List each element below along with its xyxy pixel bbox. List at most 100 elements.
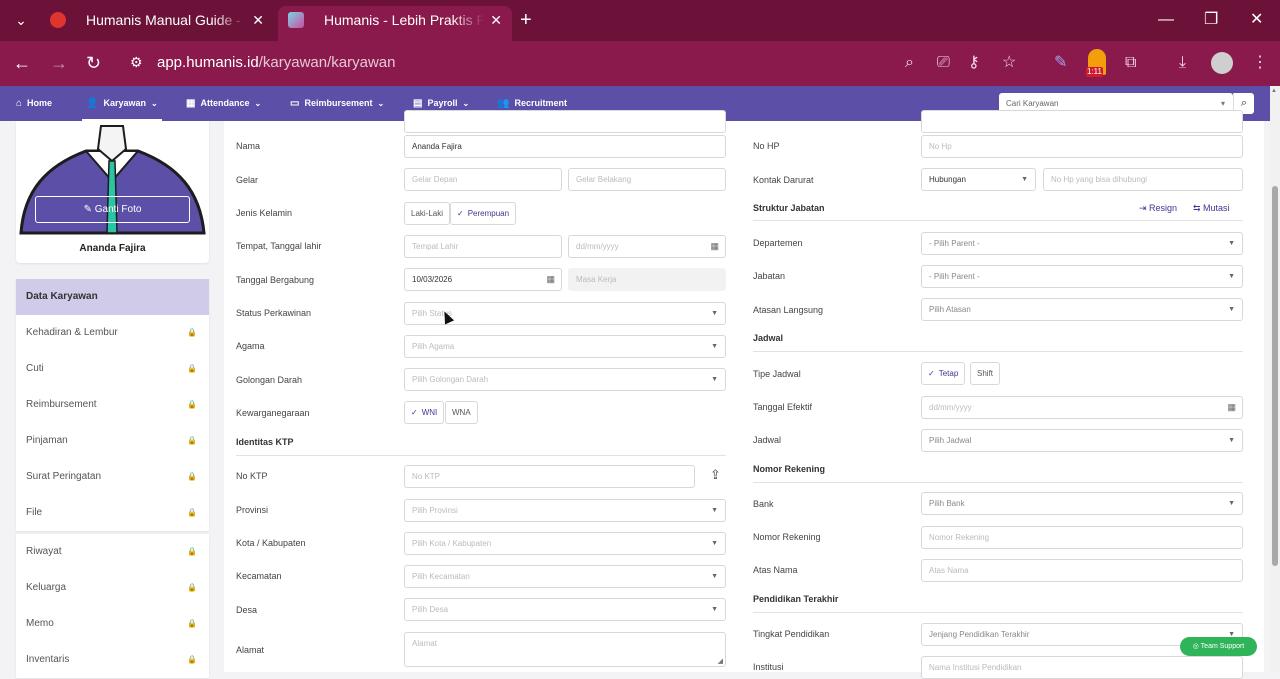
close-icon[interactable]: ✕ <box>490 6 502 35</box>
upload-icon[interactable]: ⇪ <box>710 467 721 483</box>
tanggal-bergabung-field[interactable]: 10/03/2026 ▦ <box>404 268 562 291</box>
tab-humanis-app[interactable]: Humanis - Lebih Praktis Pakai Humanis ✕ <box>278 6 512 41</box>
status-perkawinan-select[interactable]: Pilih Status ▼ <box>404 302 726 325</box>
tempat-lahir-field[interactable]: Tempat Lahir <box>404 235 562 258</box>
scrollbar-thumb[interactable] <box>1272 186 1278 566</box>
nav-reimbursement[interactable]: ▭ Reimbursement ⌄ <box>290 86 384 121</box>
lock-icon: 🔒 <box>187 547 197 556</box>
agama-select[interactable]: Pilih Agama ▼ <box>404 335 726 358</box>
chevron-down-icon: ▼ <box>1021 176 1028 183</box>
departemen-select[interactable]: - Pilih Parent - ▼ <box>921 232 1243 255</box>
extension-feather-icon[interactable]: ✎ <box>1054 53 1067 73</box>
kota-select[interactable]: Pilih Kota / Kabupaten ▼ <box>404 532 726 555</box>
resign-link[interactable]: ⇥ Resign <box>1139 203 1177 214</box>
institusi-field[interactable]: Nama Institusi Pendidikan <box>921 656 1243 679</box>
select-placeholder: - Pilih Parent - <box>929 239 980 248</box>
sidebar-item-cuti[interactable]: Cuti 🔒 <box>16 351 209 387</box>
atas-nama-field[interactable]: Atas Nama <box>921 559 1243 582</box>
partial-field-top-left[interactable] <box>404 110 726 133</box>
team-support-button[interactable]: ◎ Team Support <box>1180 637 1257 656</box>
chevron-down-icon: ⌄ <box>150 99 158 108</box>
alamat-textarea[interactable]: Alamat ◢ <box>404 632 726 667</box>
jadwal-select[interactable]: Pilih Jadwal ▼ <box>921 429 1243 452</box>
sidebar-item-data-karyawan[interactable]: Data Karyawan <box>16 279 209 315</box>
tab-search-icon[interactable]: ⌄ <box>10 9 32 31</box>
jabatan-select[interactable]: - Pilih Parent - ▼ <box>921 265 1243 288</box>
bookmark-star-icon[interactable]: ☆ <box>1002 53 1016 73</box>
minimize-icon[interactable]: — <box>1158 10 1174 30</box>
no-ktp-field[interactable]: No KTP <box>404 465 695 488</box>
sidebar-item-file[interactable]: File 🔒 <box>16 495 209 531</box>
forward-icon[interactable]: → <box>50 53 68 73</box>
atasan-select[interactable]: Pilih Atasan ▼ <box>921 298 1243 321</box>
gender-option-female[interactable]: ✓ Perempuan <box>450 202 517 225</box>
nav-attendance[interactable]: ▦ Attendance ⌄ <box>186 86 261 121</box>
change-photo-button[interactable]: ✎ Ganti Foto <box>35 196 190 223</box>
sidebar-item-inventaris[interactable]: Inventaris 🔒 <box>16 642 209 678</box>
select-placeholder: Pilih Bank <box>929 499 965 508</box>
nav-karyawan[interactable]: 👤 Karyawan ⌄ <box>86 86 158 121</box>
sidebar-item-surat-peringatan[interactable]: Surat Peringatan 🔒 <box>16 459 209 495</box>
reload-icon[interactable]: ↻ <box>86 53 101 73</box>
download-icon[interactable]: ⤓ <box>1179 53 1186 73</box>
select-placeholder: Pilih Jadwal <box>929 436 972 445</box>
nama-field[interactable]: Ananda Fajira <box>404 135 726 158</box>
kontak-darurat-field[interactable]: No Hp yang bisa dihubungi <box>1043 168 1243 191</box>
password-key-icon[interactable]: ⚷ <box>968 53 980 73</box>
gender-option-male[interactable]: Laki-Laki <box>404 202 451 225</box>
nav-home[interactable]: ⌂ Home <box>16 86 52 121</box>
browser-menu-icon[interactable]: ⋮ <box>1252 53 1268 73</box>
sidebar-item-kehadiran[interactable]: Kehadiran & Lembur 🔒 <box>16 315 209 351</box>
sidebar-item-riwayat[interactable]: Riwayat 🔒 <box>16 534 209 570</box>
browser-toolbar: ← → ↻ ⚙ app.humanis.id/karyawan/karyawan… <box>0 41 1280 86</box>
install-app-icon[interactable]: ⎚ <box>937 53 950 73</box>
zoom-icon[interactable]: ⌕ <box>905 53 914 73</box>
sidebar-item-keluarga[interactable]: Keluarga 🔒 <box>16 570 209 606</box>
scroll-up-icon[interactable]: ▲ <box>1271 88 1277 94</box>
schedule-type-tetap[interactable]: ✓ Tetap <box>921 362 966 385</box>
tab-humanis-manual[interactable]: Humanis Manual Guide - Xmind ✕ <box>40 6 274 41</box>
profile-avatar[interactable] <box>1211 52 1233 74</box>
mutasi-link[interactable]: ⇆ Mutasi <box>1193 203 1230 214</box>
lock-icon: 🔒 <box>187 328 197 337</box>
desa-select[interactable]: Pilih Desa ▼ <box>404 598 726 621</box>
bank-select[interactable]: Pilih Bank ▼ <box>921 492 1243 515</box>
change-photo-label: Ganti Foto <box>94 204 142 215</box>
lock-icon: 🔒 <box>187 400 197 409</box>
close-icon[interactable]: ✕ <box>252 6 264 35</box>
no-hp-field[interactable]: No Hp <box>921 135 1243 158</box>
desa-label: Desa <box>236 605 258 615</box>
partial-field-top-right[interactable] <box>921 110 1243 133</box>
schedule-type-shift[interactable]: Shift <box>970 362 1001 385</box>
page-scrollbar[interactable]: ▲ <box>1270 86 1280 672</box>
new-tab-icon[interactable]: + <box>520 9 532 31</box>
sidebar-menu-secondary: Riwayat 🔒 Keluarga 🔒 Memo 🔒 Inventaris 🔒 <box>16 534 209 678</box>
sidebar-item-reimbursement[interactable]: Reimbursement 🔒 <box>16 387 209 423</box>
gelar-depan-field[interactable]: Gelar Depan <box>404 168 562 191</box>
hubungan-select[interactable]: Hubungan ▼ <box>921 168 1036 191</box>
chevron-down-icon: ▼ <box>711 606 718 613</box>
kecamatan-select[interactable]: Pilih Kecamatan ▼ <box>404 565 726 588</box>
tanggal-lahir-field[interactable]: dd/mm/yyyy ▦ <box>568 235 726 258</box>
provinsi-select[interactable]: Pilih Provinsi ▼ <box>404 499 726 522</box>
citizenship-option-wni[interactable]: ✓ WNI <box>404 401 445 424</box>
tanggal-efektif-field[interactable]: dd/mm/yyyy ▦ <box>921 396 1243 419</box>
sidebar-item-memo[interactable]: Memo 🔒 <box>16 606 209 642</box>
extension-timer-icon[interactable]: 1:11 <box>1086 49 1106 77</box>
ttl-label: Tempat, Tanggal lahir <box>236 241 322 251</box>
gelar-belakang-field[interactable]: Gelar Belakang <box>568 168 726 191</box>
citizenship-option-wna[interactable]: WNA <box>445 401 478 424</box>
site-settings-icon[interactable]: ⚙ <box>130 54 143 71</box>
option-label: WNA <box>452 408 471 417</box>
lock-icon: 🔒 <box>187 364 197 373</box>
address-bar[interactable]: ⚙ app.humanis.id/karyawan/karyawan <box>118 47 1038 80</box>
select-placeholder: Pilih Agama <box>412 342 455 351</box>
window-close-icon[interactable]: ✕ <box>1250 10 1263 30</box>
back-icon[interactable]: ← <box>13 53 31 73</box>
restore-icon[interactable]: ❐ <box>1204 10 1218 30</box>
sidebar-item-pinjaman[interactable]: Pinjaman 🔒 <box>16 423 209 459</box>
nomor-rekening-field[interactable]: Nomor Rekening <box>921 526 1243 549</box>
extensions-puzzle-icon[interactable]: ⧉ <box>1125 53 1136 73</box>
golongan-darah-select[interactable]: Pilih Golongan Darah ▼ <box>404 368 726 391</box>
resize-handle-icon[interactable]: ◢ <box>718 657 723 665</box>
